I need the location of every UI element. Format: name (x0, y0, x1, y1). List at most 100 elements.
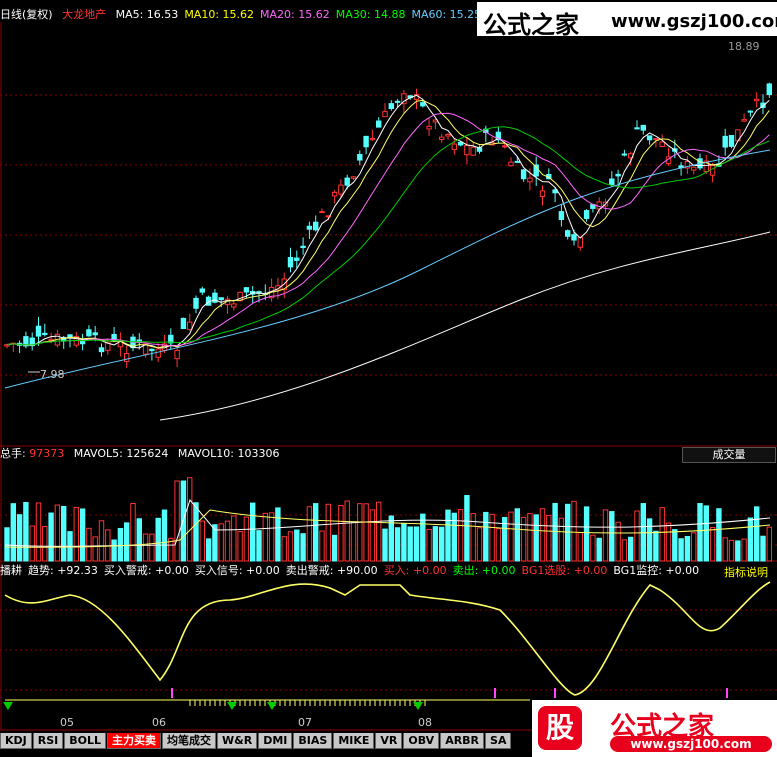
tab-[interactable]: 主力买卖 (107, 733, 162, 749)
volume-bar (665, 522, 672, 562)
volume-bar (205, 538, 212, 562)
candle-body (231, 303, 237, 308)
candle-body (193, 297, 199, 309)
volume-bar (300, 533, 306, 562)
volume-bar (552, 502, 558, 562)
candle-body (331, 191, 338, 197)
candle-body (180, 317, 187, 330)
ma120-line (159, 231, 771, 421)
volume-bar (42, 526, 48, 562)
volume-bar (754, 506, 760, 562)
volume-bar (250, 502, 256, 562)
candle-body (199, 288, 206, 293)
candle-body (747, 110, 754, 113)
tab-bias[interactable]: BIAS (293, 733, 333, 749)
candle-body (319, 211, 325, 214)
tab-[interactable]: 均笔成交 (162, 733, 217, 749)
volume-bar (602, 509, 609, 562)
indicator-value: 买入信号: +0.00 (194, 564, 280, 577)
candle-body (527, 177, 533, 183)
candle-body (350, 176, 357, 179)
volume-bar (363, 503, 369, 562)
volume-bar (262, 512, 269, 562)
volume-bar (98, 520, 105, 562)
volume-bar (10, 503, 17, 562)
volume-bar (646, 518, 653, 562)
volume-bar (136, 518, 143, 562)
volume-bar (338, 505, 344, 562)
volume-bar (634, 510, 640, 562)
volume-bar (546, 514, 552, 562)
volume-bar (407, 526, 413, 562)
volume-bar (79, 508, 86, 562)
tab-boll[interactable]: BOLL (64, 733, 107, 749)
volume-bar (464, 495, 470, 562)
candle-body (659, 141, 665, 147)
gu-badge-icon: 股 (538, 706, 582, 750)
candle-body (439, 136, 445, 140)
tab-obv[interactable]: OBV (403, 733, 440, 749)
candle-body (313, 221, 319, 231)
candle-body (376, 120, 382, 128)
volume-bar (514, 508, 520, 562)
volume-bar (672, 529, 678, 562)
volume-bar (413, 526, 420, 562)
volume-bar (489, 513, 495, 562)
volume-bar (432, 526, 439, 562)
volume-bar (445, 509, 451, 562)
candle-body (691, 166, 697, 171)
tab-wr[interactable]: W&R (217, 733, 258, 749)
candle-body (426, 125, 432, 130)
volume-bar (92, 536, 98, 562)
volume-bar (628, 536, 634, 562)
tab-kdj[interactable]: KDJ (0, 733, 32, 749)
candle-body (300, 245, 306, 249)
volume-bar (571, 500, 577, 562)
mavol10-label: MAVOL10: 103306 (177, 447, 280, 460)
xaxis-label-05: 05 (60, 716, 74, 729)
volume-bar (193, 502, 199, 562)
volume-bar (130, 503, 136, 562)
volume-bar (16, 514, 23, 562)
indicator-value: 趋势: +92.33 (28, 564, 98, 577)
volume-bar (268, 512, 275, 562)
volume-bar (653, 530, 659, 562)
volume-bar (187, 477, 193, 562)
tab-dmi[interactable]: DMI (258, 733, 293, 749)
volume-bar (565, 503, 571, 562)
volume-bar (590, 534, 596, 562)
candle-body (565, 230, 571, 237)
candle-body (187, 321, 193, 330)
kline-chart[interactable] (0, 0, 777, 757)
volume-bar (237, 531, 243, 562)
candle-body (558, 211, 565, 220)
candle-body (243, 287, 250, 293)
volume-bar (344, 500, 350, 562)
volume-bar (709, 527, 716, 562)
tab-vr[interactable]: VR (375, 733, 403, 749)
volume-bar (684, 535, 691, 562)
candle-body (155, 348, 161, 358)
volume-tag[interactable]: 成交量 (682, 447, 776, 463)
watermark-logo-top: 公式之家 www.gszj100.com (477, 2, 777, 39)
volume-bar (678, 538, 684, 562)
volume-label: 总手: 97373 (0, 447, 65, 460)
volume-bar (243, 516, 250, 562)
tab-rsi[interactable]: RSI (32, 733, 64, 749)
volume-bar (382, 528, 388, 562)
candle-body (502, 145, 508, 148)
volume-bar (615, 521, 621, 562)
tab-mike[interactable]: MIKE (333, 733, 375, 749)
volume-bar (73, 506, 79, 562)
tab-arbr[interactable]: ARBR (440, 733, 485, 749)
tab-sa[interactable]: SA (485, 733, 512, 749)
candle-body (722, 135, 728, 148)
volume-bar (697, 503, 703, 562)
volume-header: 总手: 97373 MAVOL5: 125624 MAVOL10: 103306 (0, 447, 285, 461)
indicator-value: 买入: +0.00 (383, 564, 447, 577)
volume-bar (558, 517, 565, 562)
volume-bar (716, 508, 722, 562)
indicator-help-link[interactable]: 指标说明 (724, 564, 768, 580)
indicator-value: 买入警戒: +0.00 (103, 564, 189, 577)
buy-marker (3, 702, 13, 710)
